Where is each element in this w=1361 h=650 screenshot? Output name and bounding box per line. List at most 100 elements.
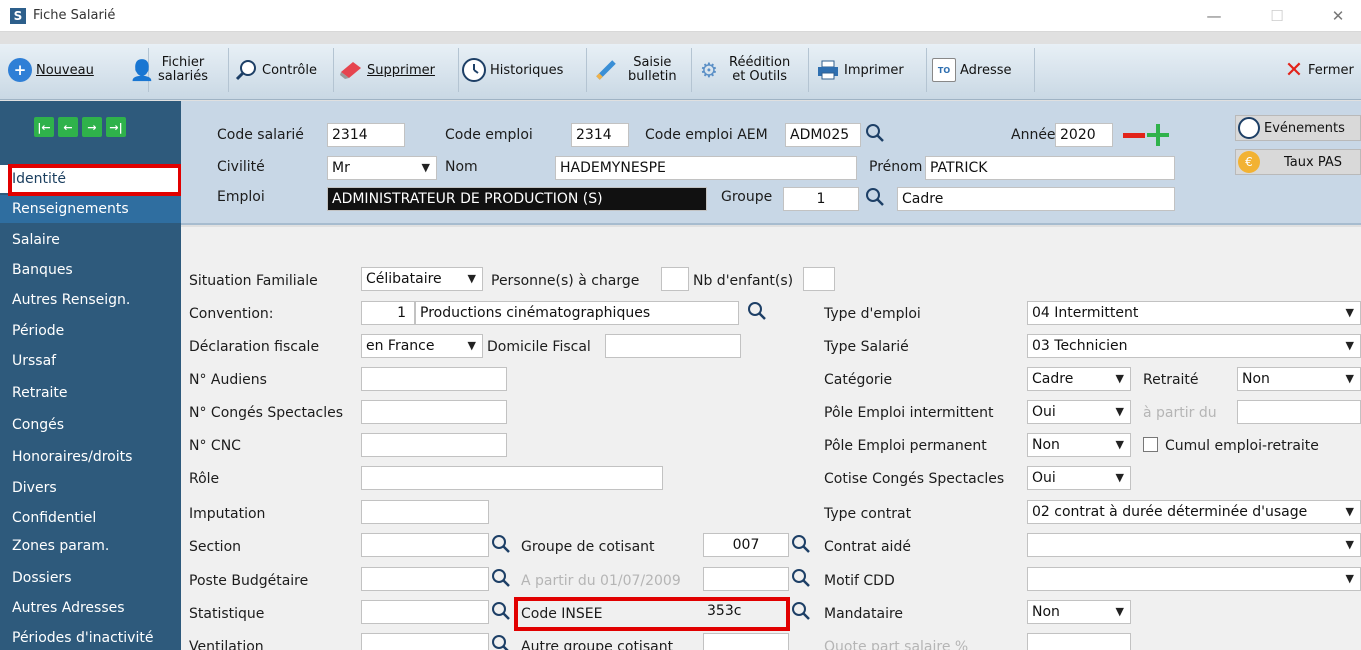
groupe-name-field[interactable]: Cadre: [897, 187, 1175, 211]
prenom-field[interactable]: PATRICK: [925, 156, 1175, 180]
categorie-select[interactable]: Cadre ▼: [1027, 367, 1131, 391]
search-ventilation-icon[interactable]: [491, 634, 511, 650]
domicile-field[interactable]: [605, 334, 741, 358]
cumul-emploi-retraite-checkbox[interactable]: [1143, 437, 1158, 452]
search-a-partir-icon[interactable]: [791, 568, 811, 588]
sidebar-item-autres-renseign[interactable]: Autres Renseign.: [0, 286, 181, 314]
poste-budgetaire-label: Poste Budgétaire: [189, 573, 309, 589]
chevron-down-icon: ▼: [1345, 505, 1354, 518]
code-salarie-label: Code salarié: [217, 127, 304, 143]
cnc-field[interactable]: [361, 433, 507, 457]
reedition-outils-button[interactable]: ⚙ Réédition et Outils: [697, 50, 790, 90]
sidebar-item-identite[interactable]: Identité: [0, 165, 181, 193]
mandataire-select[interactable]: Non ▼: [1027, 600, 1131, 624]
last-record-icon[interactable]: →|: [106, 117, 126, 137]
pole-intermittent-select[interactable]: Oui ▼: [1027, 400, 1131, 424]
declaration-select[interactable]: en France ▼: [361, 334, 483, 358]
motif-cdd-select[interactable]: ▼: [1027, 567, 1361, 591]
conges-spectacles-field[interactable]: [361, 400, 507, 424]
nom-field[interactable]: HADEMYNESPE: [555, 156, 857, 180]
saisie-bulletin-button[interactable]: Saisie bulletin: [594, 50, 677, 90]
sidebar-item-periode[interactable]: Période: [0, 317, 181, 345]
quote-part-field[interactable]: [1027, 633, 1131, 650]
sidebar-item-urssaf[interactable]: Urssaf: [0, 347, 181, 375]
chevron-down-icon: ▼: [1115, 438, 1124, 451]
chevron-down-icon: ▼: [467, 272, 476, 285]
sidebar-item-confidentiel[interactable]: Confidentiel: [0, 504, 181, 532]
sidebar-item-dossiers[interactable]: Dossiers: [0, 564, 181, 592]
a-partir-du-field[interactable]: [1237, 400, 1361, 424]
next-record-icon[interactable]: →: [82, 117, 102, 137]
section-field[interactable]: [361, 533, 489, 557]
search-code-insee-icon[interactable]: [791, 601, 811, 621]
imprimer-button[interactable]: Imprimer: [816, 50, 904, 90]
sidebar-item-conges[interactable]: Congés: [0, 411, 181, 439]
code-emploi-field[interactable]: 2314: [571, 123, 629, 147]
ventilation-field[interactable]: [361, 633, 489, 650]
contrat-aide-select[interactable]: ▼: [1027, 533, 1361, 557]
search-groupe-cotisant-icon[interactable]: [791, 534, 811, 554]
groupe-cotisant-field[interactable]: 007: [703, 533, 789, 557]
supprimer-button[interactable]: Supprimer: [339, 50, 435, 90]
previous-record-icon[interactable]: ←: [58, 117, 78, 137]
retraite-label: Retraité: [1143, 372, 1199, 388]
controle-button[interactable]: Contrôle: [234, 50, 317, 90]
type-contrat-select[interactable]: 02 contrat à durée déterminée d'usage ▼: [1027, 500, 1361, 524]
groupe-field[interactable]: 1: [783, 187, 859, 211]
convention-num-field[interactable]: 1: [361, 301, 415, 325]
sidebar-item-retraite[interactable]: Retraite: [0, 379, 181, 407]
search-section-icon[interactable]: [491, 534, 511, 554]
imputation-field[interactable]: [361, 500, 489, 524]
audiens-label: N° Audiens: [189, 372, 267, 388]
statistique-field[interactable]: [361, 600, 489, 624]
sidebar-item-autres-adresses[interactable]: Autres Adresses: [0, 594, 181, 622]
type-emploi-select[interactable]: 04 Intermittent ▼: [1027, 301, 1361, 325]
civilite-select[interactable]: Mr ▼: [327, 156, 437, 180]
close-window-button[interactable]: ✕: [1318, 5, 1358, 27]
annee-field[interactable]: 2020: [1055, 123, 1113, 147]
a-partir-2009-field[interactable]: [703, 567, 789, 591]
search-statistique-icon[interactable]: [491, 601, 511, 621]
first-record-icon[interactable]: |←: [34, 117, 54, 137]
plus-year-icon[interactable]: [1147, 124, 1169, 146]
minimize-button[interactable]: —: [1194, 5, 1234, 27]
search-groupe-icon[interactable]: [865, 187, 885, 207]
sidebar-item-banques[interactable]: Banques: [0, 256, 181, 284]
convention-field[interactable]: Productions cinématographiques: [415, 301, 739, 325]
search-aem-icon[interactable]: [865, 123, 885, 143]
audiens-field[interactable]: [361, 367, 507, 391]
cnc-label: N° CNC: [189, 438, 241, 454]
evenements-button[interactable]: Evénements: [1235, 115, 1361, 141]
fichier-salaries-button[interactable]: 👤 Fichier salariés: [130, 50, 209, 90]
fermer-button[interactable]: ✕ Fermer: [1282, 50, 1354, 90]
autre-groupe-field[interactable]: [703, 633, 789, 650]
sidebar-item-salaire[interactable]: Salaire: [0, 226, 181, 254]
cotise-conges-select[interactable]: Oui ▼: [1027, 466, 1131, 490]
adresse-button[interactable]: TO Adresse: [932, 50, 1012, 90]
minus-year-icon[interactable]: [1123, 133, 1145, 138]
taux-pas-button[interactable]: € Taux PAS: [1235, 149, 1361, 175]
sidebar-item-zones-param[interactable]: Zones param.: [0, 532, 181, 560]
emploi-field[interactable]: ADMINISTRATEUR DE PRODUCTION (S): [327, 187, 707, 211]
personnes-field[interactable]: [661, 267, 689, 291]
type-salarie-select[interactable]: 03 Technicien ▼: [1027, 334, 1361, 358]
poste-budgetaire-field[interactable]: [361, 567, 489, 591]
maximize-button[interactable]: ☐: [1257, 5, 1297, 27]
code-emploi-aem-field[interactable]: ADM025: [785, 123, 861, 147]
sidebar-item-divers[interactable]: Divers: [0, 474, 181, 502]
sidebar-item-renseignements[interactable]: Renseignements: [0, 195, 181, 223]
code-insee-field[interactable]: 353c: [703, 600, 789, 624]
chevron-down-icon: ▼: [1345, 372, 1354, 385]
retraite-select[interactable]: Non ▼: [1237, 367, 1361, 391]
search-poste-icon[interactable]: [491, 568, 511, 588]
nouveau-button[interactable]: + Nouveau: [8, 50, 94, 90]
role-field[interactable]: [361, 466, 663, 490]
code-salarie-field[interactable]: 2314: [327, 123, 405, 147]
enfants-field[interactable]: [803, 267, 835, 291]
pole-permanent-select[interactable]: Non ▼: [1027, 433, 1131, 457]
situation-select[interactable]: Célibataire ▼: [361, 267, 483, 291]
historiques-button[interactable]: Historiques: [462, 50, 563, 90]
sidebar-item-honoraires[interactable]: Honoraires/droits: [0, 443, 181, 471]
search-convention-icon[interactable]: [747, 301, 767, 321]
sidebar-item-periodes-inactivite[interactable]: Périodes d'inactivité: [0, 624, 181, 650]
